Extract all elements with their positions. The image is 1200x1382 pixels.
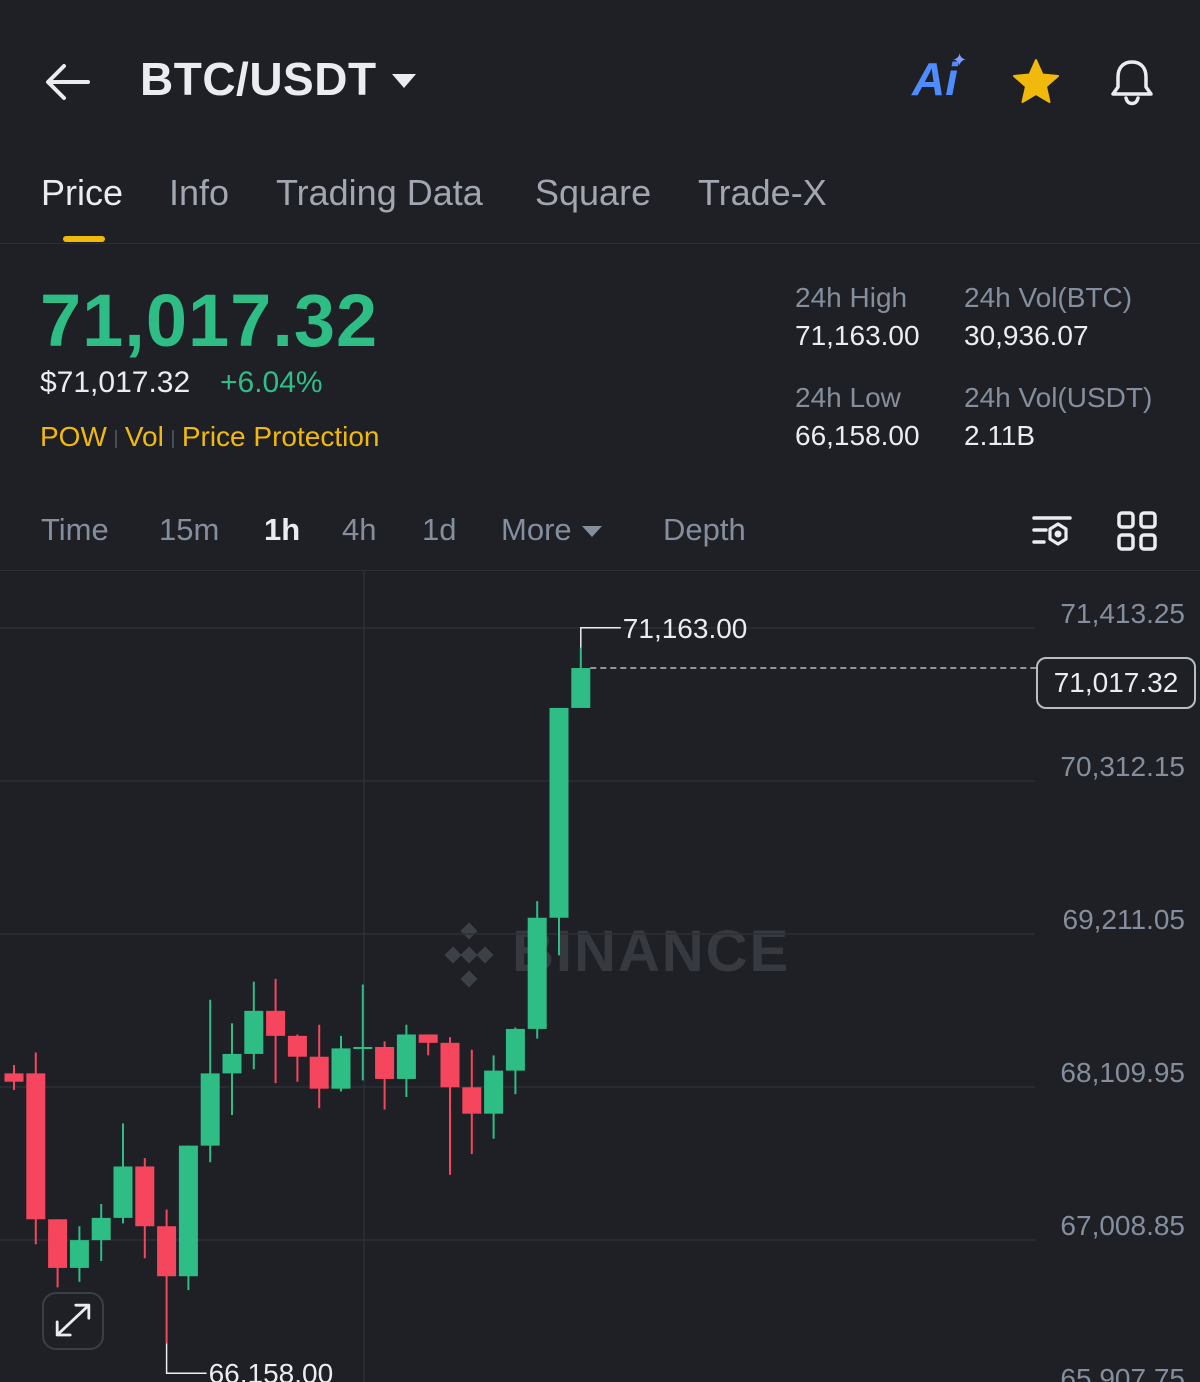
- caret-down-icon: [581, 526, 602, 538]
- candle-body: [200, 1073, 220, 1146]
- tab-trade-x[interactable]: Trade-X: [698, 172, 827, 214]
- candle-body: [26, 1073, 46, 1220]
- stat-24h-vol-btc-value: 30,936.07: [964, 320, 1089, 351]
- candle-body: [375, 1046, 395, 1079]
- y-axis-tick-label: 65,907.75: [1060, 1363, 1185, 1382]
- high-marker-label: 71,163.00: [623, 613, 748, 644]
- y-axis-tick-label: 70,312.15: [1060, 751, 1185, 782]
- stat-24h-low-label: 24h Low: [795, 382, 901, 413]
- candle-body: [309, 1056, 329, 1089]
- y-axis-tick-label: 69,211.05: [1063, 904, 1186, 935]
- tabs-divider: [0, 243, 1200, 244]
- change-percent: +6.04%: [220, 366, 323, 399]
- expand-chart-icon[interactable]: [42, 1292, 104, 1350]
- candle-body: [222, 1053, 242, 1074]
- depth-tab[interactable]: Depth: [663, 512, 746, 548]
- active-tab-indicator: [63, 236, 105, 242]
- bell-icon[interactable]: [1106, 56, 1158, 108]
- stat-24h-high-value: 71,163.00: [795, 320, 920, 351]
- candle-body: [527, 917, 547, 1029]
- candle-body: [91, 1217, 111, 1241]
- arrow-left-icon[interactable]: [44, 60, 92, 104]
- stat-24h-vol-btc-label: 24h Vol(BTC): [964, 282, 1133, 313]
- tab-info[interactable]: Info: [169, 172, 229, 214]
- last-price: 71,017.32: [40, 279, 379, 362]
- candle-body: [244, 1010, 264, 1054]
- layout-grid-icon[interactable]: [1116, 510, 1158, 552]
- stat-24h-vol-usdt-label: 24h Vol(USDT): [964, 382, 1153, 413]
- interval-1d[interactable]: 1d: [422, 512, 456, 548]
- low-marker-line: [165, 1343, 207, 1374]
- tag-separator: [171, 429, 174, 448]
- chart-settings-icon[interactable]: [1030, 510, 1076, 556]
- candle-body: [353, 1046, 373, 1049]
- tag-price-protection[interactable]: Price Protection: [182, 421, 380, 452]
- current-price-label: 71,017.32: [1053, 667, 1179, 698]
- y-axis-tick-label: 68,109.95: [1060, 1057, 1185, 1088]
- tag-row: POW Vol Price Protection: [40, 421, 379, 453]
- tag-pow[interactable]: POW: [40, 421, 107, 452]
- stat-24h-low-value: 66,158.00: [795, 420, 920, 451]
- candle-body: [505, 1028, 525, 1071]
- candle-body: [178, 1145, 198, 1277]
- candle-body: [266, 1010, 286, 1036]
- tag-vol[interactable]: Vol: [125, 421, 164, 452]
- candle-body: [48, 1219, 68, 1268]
- y-axis-tick-label: 71,413.25: [1060, 598, 1185, 629]
- candle-body: [418, 1034, 438, 1043]
- candle-body: [157, 1226, 177, 1277]
- candlestick-chart[interactable]: 71,163.00 66,158.00 71,413.25 70,312.15 69,…: [0, 571, 1200, 1382]
- candle-body: [440, 1042, 460, 1088]
- more-label: More: [501, 512, 572, 547]
- tab-square[interactable]: Square: [535, 172, 651, 214]
- candle-body: [571, 668, 591, 708]
- candle-body: [484, 1070, 504, 1114]
- candle-body: [113, 1166, 133, 1218]
- tab-price[interactable]: Price: [41, 172, 123, 214]
- tag-separator: [114, 429, 117, 448]
- stat-24h-vol-usdt-value: 2.11B: [964, 420, 1036, 451]
- candle-body: [4, 1073, 24, 1082]
- interval-4h[interactable]: 4h: [342, 512, 376, 548]
- candle-body: [287, 1035, 307, 1057]
- high-marker-line: [580, 627, 621, 648]
- tab-trading-data[interactable]: Trading Data: [276, 172, 483, 214]
- caret-down-icon[interactable]: [390, 70, 418, 92]
- interval-more-dropdown[interactable]: More: [501, 512, 602, 548]
- candle-body: [549, 707, 569, 918]
- interval-time[interactable]: Time: [41, 512, 109, 548]
- candle-body: [69, 1240, 89, 1268]
- interval-1h[interactable]: 1h: [264, 512, 300, 548]
- candle-body: [135, 1166, 155, 1227]
- y-axis-tick-label: 67,008.85: [1060, 1210, 1185, 1241]
- star-icon[interactable]: [1010, 56, 1062, 108]
- candle-body: [462, 1087, 482, 1114]
- interval-15m[interactable]: 15m: [159, 512, 219, 548]
- candle-body: [331, 1048, 351, 1089]
- stat-24h-high-label: 24h High: [795, 282, 908, 313]
- candle-body: [396, 1034, 416, 1079]
- pair-title[interactable]: BTC/USDT: [140, 52, 377, 106]
- low-marker-label: 66,158.00: [209, 1358, 334, 1382]
- ai-sparkle-icon: ✦: [952, 50, 968, 70]
- usd-price: $71,017.32: [40, 366, 191, 399]
